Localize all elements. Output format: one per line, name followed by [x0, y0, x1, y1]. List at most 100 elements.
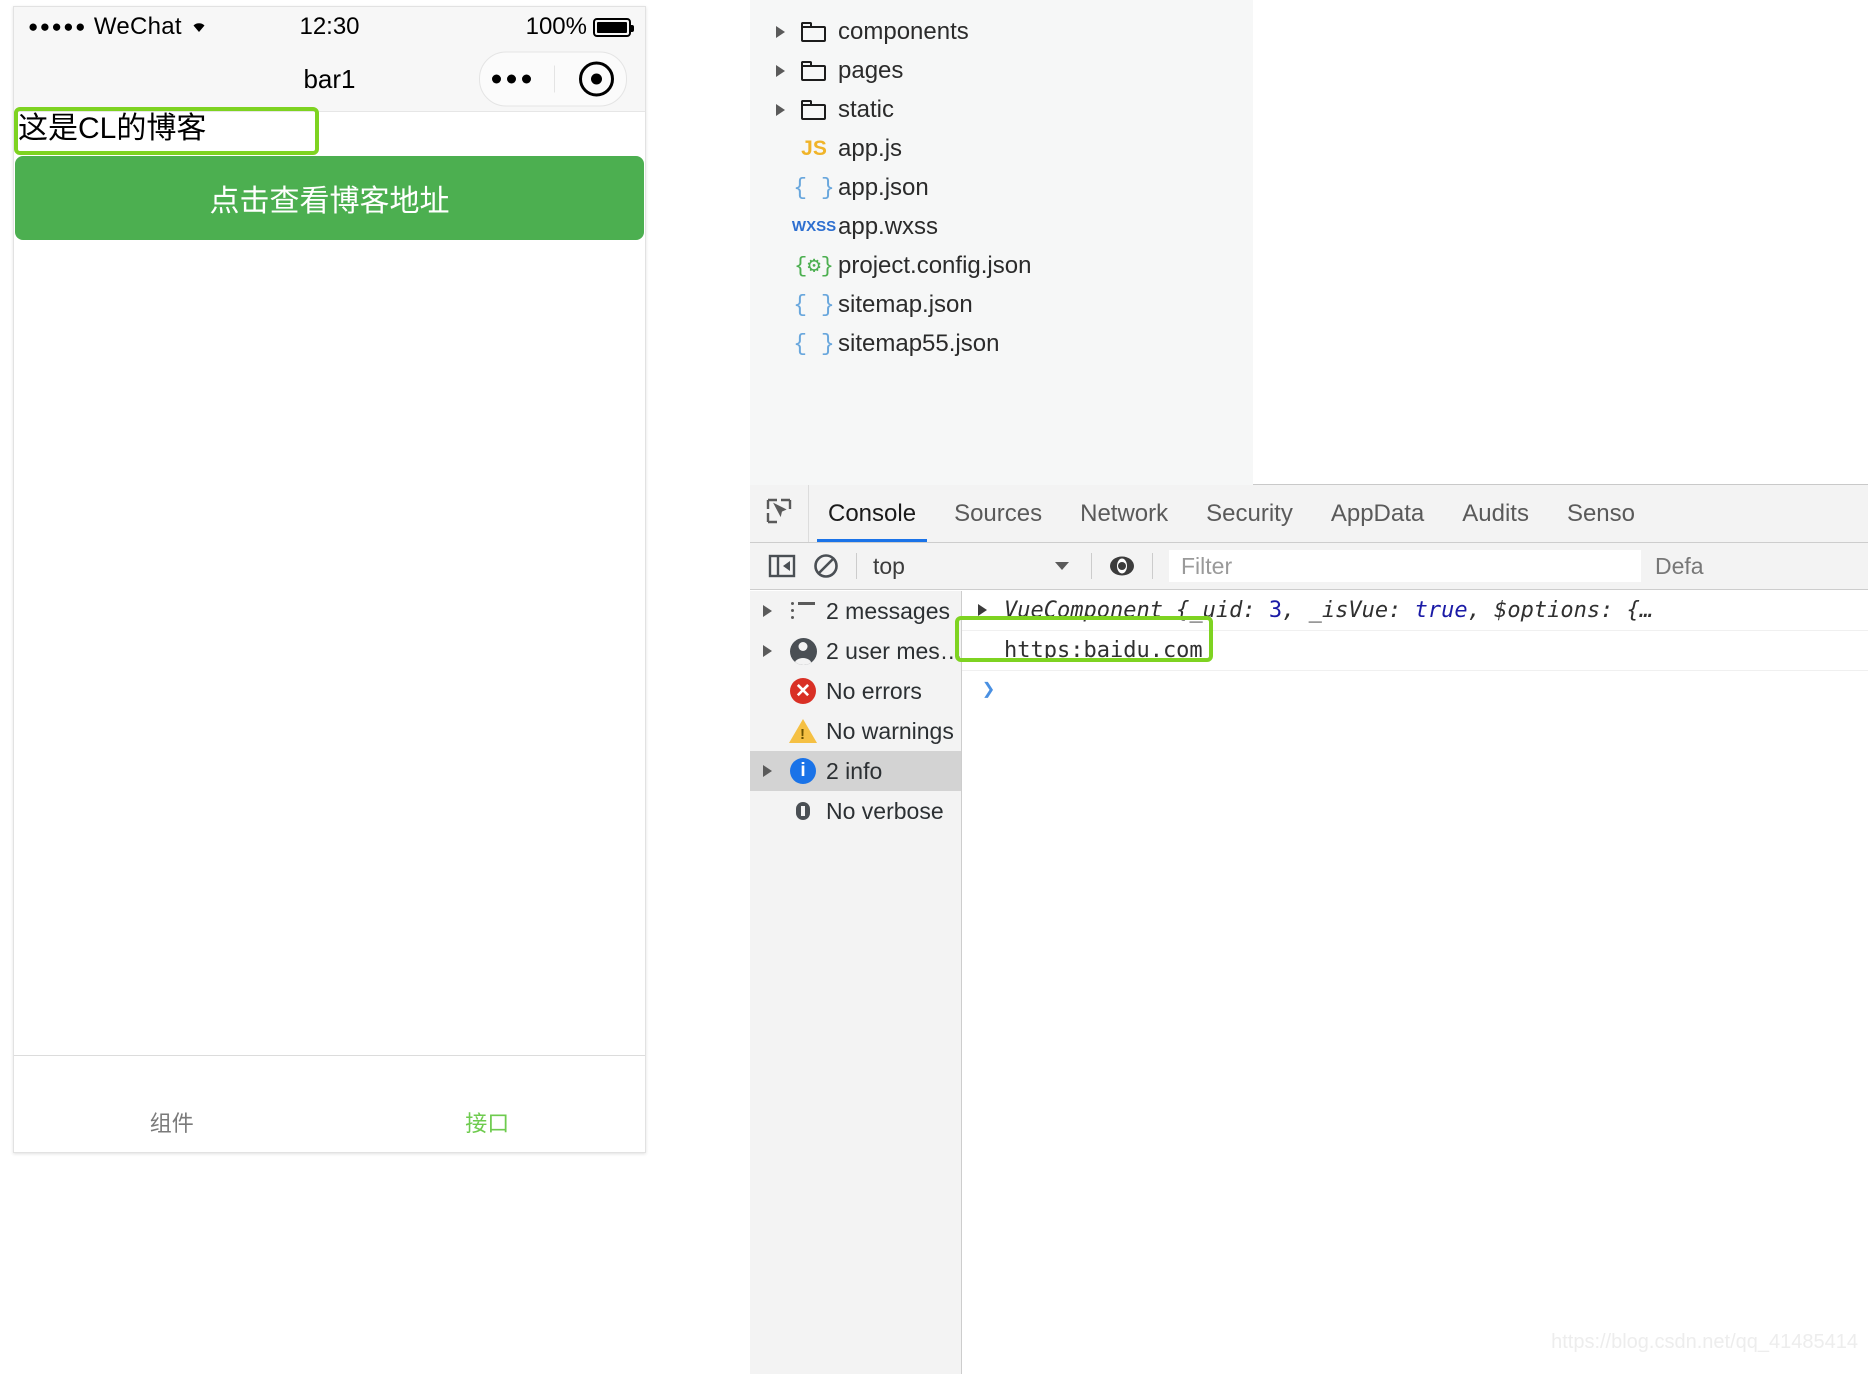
sidebar-item-label: 2 info [826, 757, 883, 784]
inspect-element-button[interactable] [750, 485, 809, 542]
console-toolbar: top Filter Defa [750, 543, 1868, 590]
folder-icon [792, 99, 836, 120]
vue-object-prefix: VueComponent { [1004, 598, 1190, 623]
phone-nav-bar: bar1 [14, 47, 645, 112]
toolbar-divider [856, 553, 857, 579]
tree-item-app-json[interactable]: { } app.json [750, 168, 1253, 207]
more-menu-icon[interactable] [491, 74, 531, 84]
folder-icon [792, 21, 836, 42]
toolbar-divider [1152, 553, 1153, 579]
devtools-editor-blank-area [1253, 0, 1868, 485]
tree-item-sitemap-json[interactable]: { } sitemap.json [750, 285, 1253, 324]
tab-sensors[interactable]: Senso [1548, 485, 1654, 542]
tab-network[interactable]: Network [1061, 485, 1187, 542]
tab-appdata[interactable]: AppData [1312, 485, 1443, 542]
phone-simulator: ●●●●● WeChat 12:30 100% bar1 这是CL的博客 点击查… [13, 6, 646, 1153]
wechat-capsule-buttons[interactable] [479, 51, 627, 107]
tree-item-label: sitemap55.json [838, 329, 1000, 357]
status-bar-left: ●●●●● WeChat [28, 13, 211, 41]
vue-key-isvue: _isVue [1308, 598, 1389, 623]
log-levels-select[interactable]: Defa [1655, 553, 1704, 580]
cursor-select-icon [765, 497, 793, 531]
devtools-panel: components pages static JS app.js { } ap… [750, 0, 1868, 1374]
signal-dots-icon: ●●●●● [28, 17, 87, 36]
watermark-text: https://blog.csdn.net/qq_41485414 [1551, 1331, 1858, 1353]
chevron-right-icon[interactable] [768, 25, 792, 38]
sidebar-item-verbose[interactable]: No verbose [750, 791, 961, 831]
sidebar-item-messages[interactable]: 2 messages [750, 591, 961, 631]
chevron-right-icon[interactable] [768, 64, 792, 77]
close-target-icon[interactable] [579, 61, 615, 97]
chevron-right-icon[interactable] [750, 765, 784, 777]
battery-percent-label: 100% [525, 13, 587, 40]
toggle-console-sidebar-button[interactable] [760, 544, 804, 588]
tree-item-pages[interactable]: pages [750, 51, 1253, 90]
chevron-right-icon[interactable] [750, 605, 784, 617]
sidebar-item-info[interactable]: i 2 info [750, 751, 961, 791]
tree-item-static[interactable]: static [750, 90, 1253, 129]
info-icon: i [784, 758, 822, 784]
folder-icon [792, 60, 836, 81]
sidebar-item-label: 2 messages [826, 597, 951, 624]
json-icon: { } [793, 291, 835, 318]
tree-item-label: project.config.json [838, 251, 1032, 279]
chevron-right-icon[interactable] [750, 645, 784, 657]
json-icon: { } [793, 330, 835, 357]
tab-console[interactable]: Console [809, 485, 935, 542]
console-sidebar: 2 messages 2 user mes… ✕ No errors No wa… [750, 591, 963, 1374]
sidebar-item-label: No verbose [826, 797, 944, 824]
carrier-label: WeChat [93, 13, 182, 40]
tree-item-label: sitemap.json [838, 290, 973, 318]
clear-console-button[interactable] [804, 544, 848, 588]
wxss-icon: WXSS [791, 218, 837, 235]
tree-item-project-config-json[interactable]: {⚙} project.config.json [750, 246, 1253, 285]
phone-page-content: 这是CL的博客 点击查看博客地址 [14, 107, 645, 1055]
battery-icon [593, 17, 634, 37]
tree-item-label: static [838, 95, 895, 123]
tab-security[interactable]: Security [1187, 485, 1312, 542]
console-message-vuecomponent[interactable]: VueComponent {_uid: 3, _isVue: true, $op… [962, 591, 1868, 631]
devtools-tab-bar: Console Sources Network Security AppData… [750, 485, 1868, 543]
tree-item-label: app.json [838, 173, 929, 201]
tree-item-components[interactable]: components [750, 12, 1253, 51]
tree-item-label: app.js [838, 134, 903, 162]
person-icon [784, 637, 822, 665]
expand-arrow-icon[interactable] [978, 604, 987, 616]
tab-audits[interactable]: Audits [1443, 485, 1548, 542]
prompt-caret-icon: ❯ [982, 677, 996, 702]
js-icon: JS [801, 136, 827, 160]
filter-input[interactable]: Filter [1169, 550, 1641, 582]
config-json-icon: {⚙} [794, 253, 834, 279]
tab-sources[interactable]: Sources [935, 485, 1061, 542]
console-prompt[interactable]: ❯ [962, 671, 1868, 708]
tree-item-label: pages [838, 56, 904, 84]
live-expression-eye-button[interactable] [1100, 544, 1144, 588]
chevron-right-icon[interactable] [768, 103, 792, 116]
tree-item-app-js[interactable]: JS app.js [750, 129, 1253, 168]
execution-context-value: top [873, 552, 905, 579]
console-message-url[interactable]: https:baidu.com [962, 631, 1868, 671]
sidebar-item-label: No errors [826, 677, 922, 704]
view-blog-address-button[interactable]: 点击查看博客地址 [15, 156, 644, 240]
phone-tab-bar: 组件 接口 [14, 1055, 645, 1152]
tab-api[interactable]: 接口 [330, 1056, 646, 1152]
sidebar-item-label: No warnings [826, 717, 954, 744]
vue-key-uid: _uid [1189, 598, 1243, 623]
tree-item-app-wxss[interactable]: WXSS app.wxss [750, 207, 1253, 246]
tab-components[interactable]: 组件 [14, 1056, 330, 1152]
tree-item-sitemap55-json[interactable]: { } sitemap55.json [750, 324, 1253, 363]
bug-icon [784, 800, 822, 822]
console-url-text: https:baidu.com [1004, 638, 1203, 663]
warning-icon [784, 719, 822, 743]
blog-text-label: 这是CL的博客 [18, 112, 207, 145]
vue-value-uid: 3 [1268, 598, 1283, 623]
list-icon [784, 602, 822, 620]
sidebar-item-warnings[interactable]: No warnings [750, 711, 961, 751]
vue-value-isvue: true [1414, 598, 1468, 623]
sidebar-item-errors[interactable]: ✕ No errors [750, 671, 961, 711]
execution-context-select[interactable]: top [865, 553, 1083, 580]
file-tree: components pages static JS app.js { } ap… [750, 0, 1254, 497]
sidebar-item-user-messages[interactable]: 2 user mes… [750, 631, 963, 671]
phone-status-bar: ●●●●● WeChat 12:30 100% [14, 7, 645, 47]
tree-item-label: components [838, 17, 969, 45]
